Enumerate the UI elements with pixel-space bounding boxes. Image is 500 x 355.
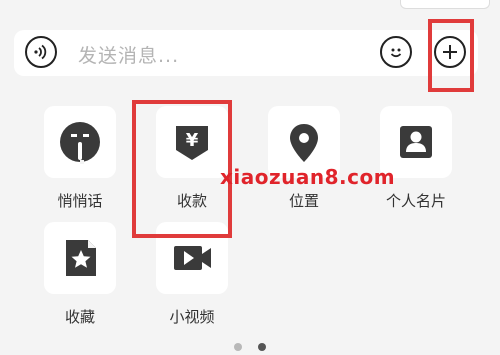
emoji-button[interactable] bbox=[380, 36, 412, 68]
smiley-icon bbox=[390, 48, 402, 58]
video-camera-icon bbox=[174, 246, 211, 270]
app-label: 收款 bbox=[176, 192, 207, 210]
app-item-short-video[interactable]: 小视频 bbox=[144, 222, 240, 327]
page-indicator bbox=[0, 336, 500, 355]
app-item-contact-card[interactable]: 个人名片 bbox=[368, 106, 464, 211]
app-label: 悄悄话 bbox=[57, 192, 103, 210]
app-item-receive-money[interactable]: ¥ 收款 bbox=[144, 106, 240, 211]
contact-card-icon bbox=[400, 126, 432, 158]
message-input-bar: 发送消息... bbox=[14, 30, 478, 76]
favorites-icon bbox=[66, 240, 96, 276]
app-item-favorites[interactable]: 收藏 bbox=[32, 222, 128, 327]
app-label: 收藏 bbox=[64, 308, 95, 326]
receive-money-icon: ¥ bbox=[176, 126, 208, 160]
whisper-icon bbox=[60, 122, 100, 164]
app-tile bbox=[156, 222, 228, 294]
more-options-button[interactable] bbox=[434, 36, 466, 68]
watermark-text: xiaozuan8.com bbox=[220, 165, 396, 189]
location-pin-icon bbox=[290, 124, 318, 162]
app-item-whisper[interactable]: 悄悄话 bbox=[32, 106, 128, 211]
app-label: 小视频 bbox=[169, 308, 215, 326]
plus-icon bbox=[443, 45, 457, 59]
voice-input-button[interactable] bbox=[25, 36, 57, 68]
app-tile bbox=[44, 222, 116, 294]
message-input[interactable]: 发送消息... bbox=[78, 41, 179, 68]
app-item-location[interactable]: 位置 bbox=[256, 106, 352, 211]
svg-text:¥: ¥ bbox=[186, 130, 199, 151]
top-popover-edge bbox=[400, 0, 490, 9]
voice-wave-icon bbox=[34, 44, 47, 60]
app-label: 位置 bbox=[288, 192, 319, 210]
app-tile: ¥ bbox=[156, 106, 228, 178]
app-tile bbox=[44, 106, 116, 178]
app-label: 个人名片 bbox=[385, 192, 446, 210]
